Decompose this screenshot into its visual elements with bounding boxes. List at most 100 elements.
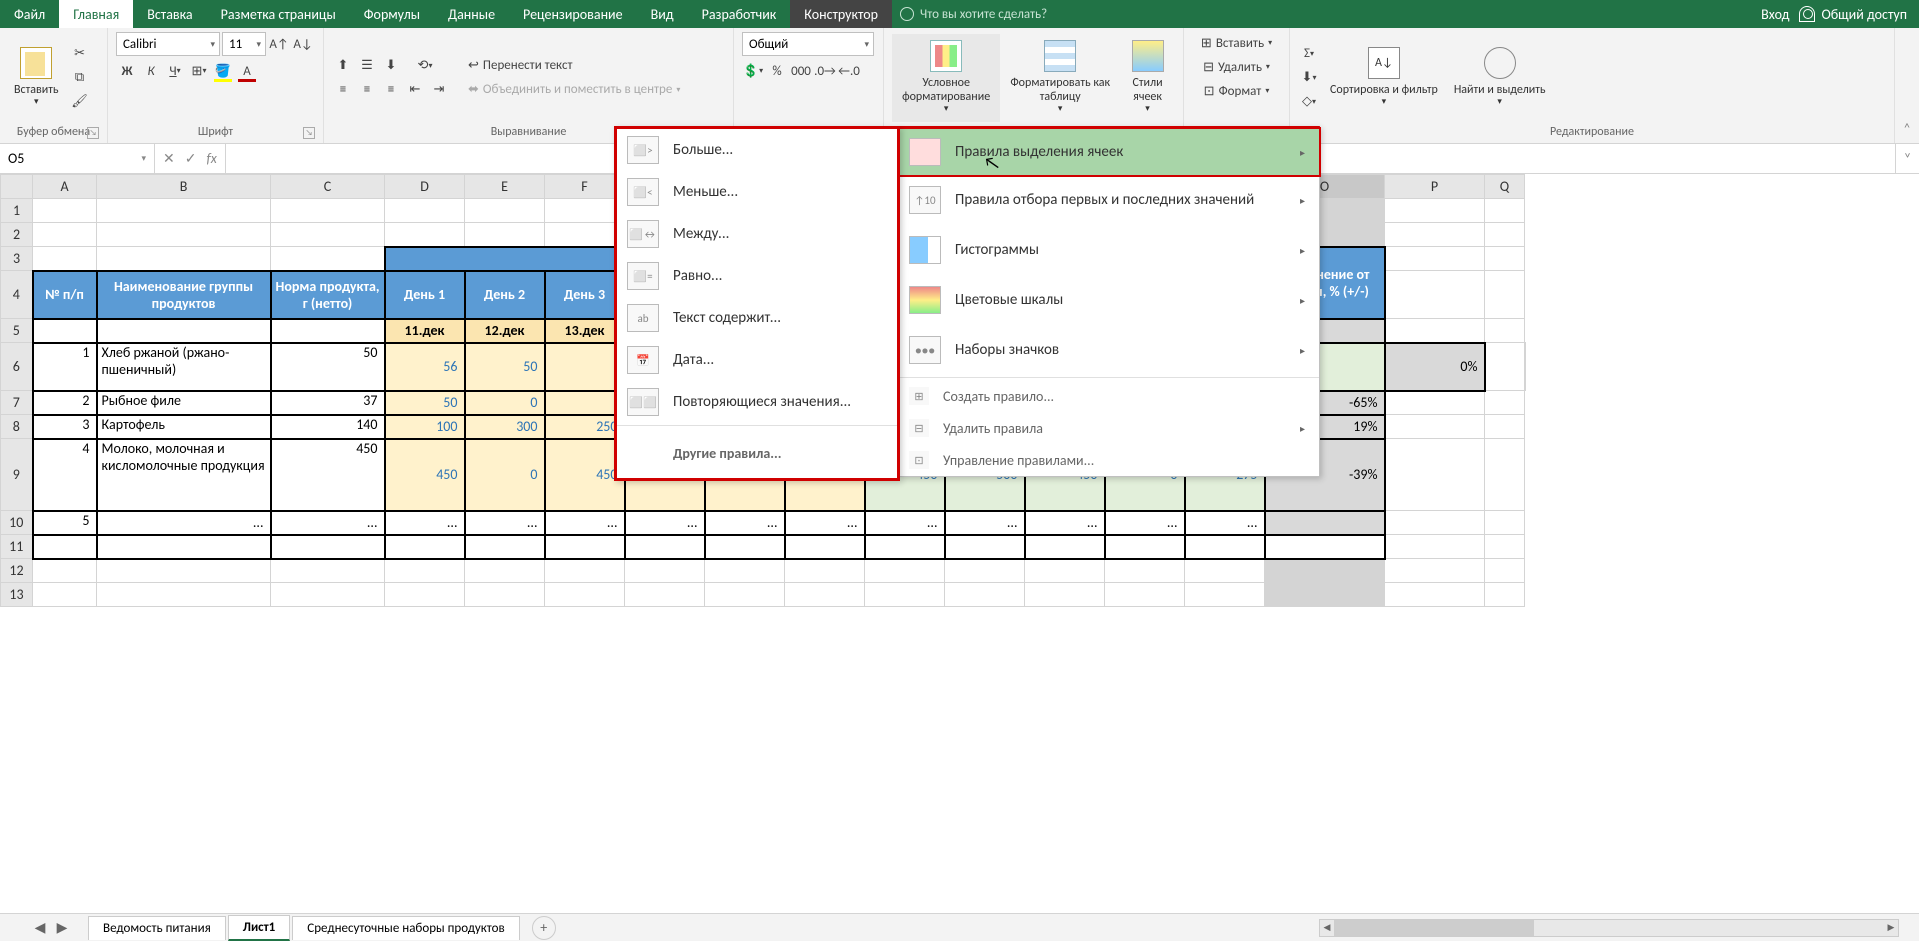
clear-button[interactable]: ◇▾ bbox=[1298, 91, 1320, 113]
wrap-text-button[interactable]: ↩Перенести текст bbox=[462, 55, 686, 77]
cell[interactable] bbox=[465, 199, 545, 223]
sheet-tab-0[interactable]: Ведомость питания bbox=[88, 916, 226, 940]
cell[interactable] bbox=[97, 535, 271, 559]
cell[interactable] bbox=[1185, 535, 1265, 559]
cell[interactable] bbox=[1185, 559, 1265, 583]
cell[interactable] bbox=[271, 319, 385, 343]
cell[interactable] bbox=[945, 535, 1025, 559]
cell[interactable] bbox=[1485, 559, 1525, 583]
menu-data-bars[interactable]: Гистограммы▸ bbox=[899, 225, 1319, 275]
day-value[interactable]: 56 bbox=[385, 343, 465, 391]
sheet-tab-1[interactable]: Лист1 bbox=[228, 915, 291, 941]
cell[interactable] bbox=[545, 535, 625, 559]
day-value[interactable]: 450 bbox=[545, 439, 625, 511]
menu-new-rule[interactable]: ⊞Создать правило... bbox=[899, 380, 1319, 412]
cell[interactable] bbox=[625, 559, 705, 583]
autosum-button[interactable]: Σ▾ bbox=[1298, 43, 1320, 65]
cell[interactable] bbox=[1105, 559, 1185, 583]
cell[interactable] bbox=[33, 199, 97, 223]
column-header-A[interactable]: A bbox=[33, 175, 97, 199]
day-value[interactable] bbox=[545, 391, 625, 415]
horizontal-scrollbar[interactable]: ◀ ▶ bbox=[1319, 919, 1899, 937]
cell[interactable] bbox=[785, 535, 865, 559]
cell[interactable] bbox=[1385, 535, 1485, 559]
product-norm[interactable]: 140 bbox=[271, 415, 385, 439]
row-header-4[interactable]: 4 bbox=[1, 271, 33, 319]
add-sheet-button[interactable]: + bbox=[532, 916, 556, 940]
row-header-8[interactable]: 8 bbox=[1, 415, 33, 439]
cell[interactable] bbox=[1485, 415, 1525, 439]
scrollbar-thumb[interactable] bbox=[1334, 920, 1534, 936]
cell[interactable] bbox=[1025, 559, 1105, 583]
day-value[interactable]: 100 bbox=[385, 415, 465, 439]
cell[interactable]: ... bbox=[1185, 511, 1265, 535]
day-value[interactable]: 450 bbox=[385, 439, 465, 511]
row-header-7[interactable]: 7 bbox=[1, 391, 33, 415]
header-no[interactable]: № п/п bbox=[33, 271, 97, 319]
product-norm[interactable]: 50 bbox=[271, 343, 385, 391]
cell[interactable] bbox=[705, 583, 785, 607]
rule-greater-than[interactable]: ⬜>Больше... bbox=[617, 129, 897, 171]
percent-button[interactable]: % bbox=[766, 60, 788, 82]
header-day-1[interactable]: День 1 bbox=[385, 271, 465, 319]
row-header-11[interactable]: 11 bbox=[1, 535, 33, 559]
cell[interactable] bbox=[1485, 223, 1525, 247]
cell[interactable] bbox=[465, 223, 545, 247]
row-header-3[interactable]: 3 bbox=[1, 247, 33, 271]
cell[interactable] bbox=[1385, 559, 1485, 583]
conditional-formatting-button[interactable]: Условное форматирование▾ bbox=[892, 34, 1000, 122]
cell[interactable] bbox=[1485, 535, 1525, 559]
cancel-formula-button[interactable]: ✕ bbox=[163, 150, 175, 167]
cell[interactable] bbox=[97, 319, 271, 343]
deviation-value[interactable]: 0% bbox=[1385, 343, 1485, 391]
menu-manage-rules[interactable]: ⊡Управление правилами... bbox=[899, 444, 1319, 476]
cut-button[interactable]: ✂ bbox=[69, 43, 91, 65]
row-header-5[interactable]: 5 bbox=[1, 319, 33, 343]
cell[interactable] bbox=[97, 199, 271, 223]
column-header-P[interactable]: P bbox=[1385, 175, 1485, 199]
row-index[interactable]: 1 bbox=[33, 343, 97, 391]
header-norm[interactable]: Норма продукта, г (нетто) bbox=[271, 271, 385, 319]
cell[interactable] bbox=[1525, 343, 1526, 391]
cell[interactable] bbox=[625, 535, 705, 559]
cell[interactable] bbox=[385, 199, 465, 223]
cell[interactable] bbox=[1385, 223, 1485, 247]
header-day-2[interactable]: День 2 bbox=[465, 271, 545, 319]
name-box[interactable]: O5▾ bbox=[0, 144, 155, 173]
cell[interactable] bbox=[1105, 583, 1185, 607]
column-header-C[interactable]: C bbox=[271, 175, 385, 199]
cell[interactable] bbox=[271, 535, 385, 559]
product-name[interactable]: Рыбное филе bbox=[97, 391, 271, 415]
insert-cells-button[interactable]: ⊞ Вставить ▾ bbox=[1195, 32, 1278, 54]
cell[interactable] bbox=[1485, 583, 1525, 607]
cell[interactable]: ... bbox=[785, 511, 865, 535]
align-right-button[interactable]: ≡ bbox=[380, 79, 402, 101]
rule-date[interactable]: 📅Дата... bbox=[617, 339, 897, 381]
cell[interactable] bbox=[1485, 199, 1525, 223]
fx-button[interactable]: fx bbox=[206, 150, 216, 167]
rule-more-rules[interactable]: Другие правила... bbox=[617, 428, 897, 478]
cell[interactable] bbox=[545, 583, 625, 607]
cell[interactable] bbox=[1385, 583, 1485, 607]
font-dialog-icon[interactable]: ↘ bbox=[303, 127, 315, 139]
cell[interactable] bbox=[271, 559, 385, 583]
delete-cells-button[interactable]: ⊟ Удалить ▾ bbox=[1197, 56, 1276, 78]
cell[interactable] bbox=[33, 247, 97, 271]
find-select-button[interactable]: Найти и выделить▾ bbox=[1448, 34, 1552, 122]
row-header-12[interactable]: 12 bbox=[1, 559, 33, 583]
column-header-E[interactable]: E bbox=[465, 175, 545, 199]
row-index[interactable]: 4 bbox=[33, 439, 97, 511]
cell-styles-button[interactable]: Стили ячеек▾ bbox=[1120, 34, 1175, 122]
cell[interactable] bbox=[385, 559, 465, 583]
clipboard-dialog-icon[interactable]: ↘ bbox=[87, 127, 99, 139]
cell[interactable] bbox=[465, 559, 545, 583]
sort-filter-button[interactable]: A↓ Сортировка и фильтр▾ bbox=[1324, 34, 1444, 122]
sheet-nav-prev[interactable]: ◀ bbox=[30, 919, 50, 936]
cell[interactable] bbox=[865, 559, 945, 583]
cell[interactable] bbox=[33, 223, 97, 247]
row-header-9[interactable]: 9 bbox=[1, 439, 33, 511]
cell[interactable] bbox=[271, 199, 385, 223]
cell[interactable] bbox=[385, 583, 465, 607]
share-button[interactable]: Общий доступ bbox=[1799, 6, 1907, 23]
tab-view[interactable]: Вид bbox=[637, 0, 688, 28]
